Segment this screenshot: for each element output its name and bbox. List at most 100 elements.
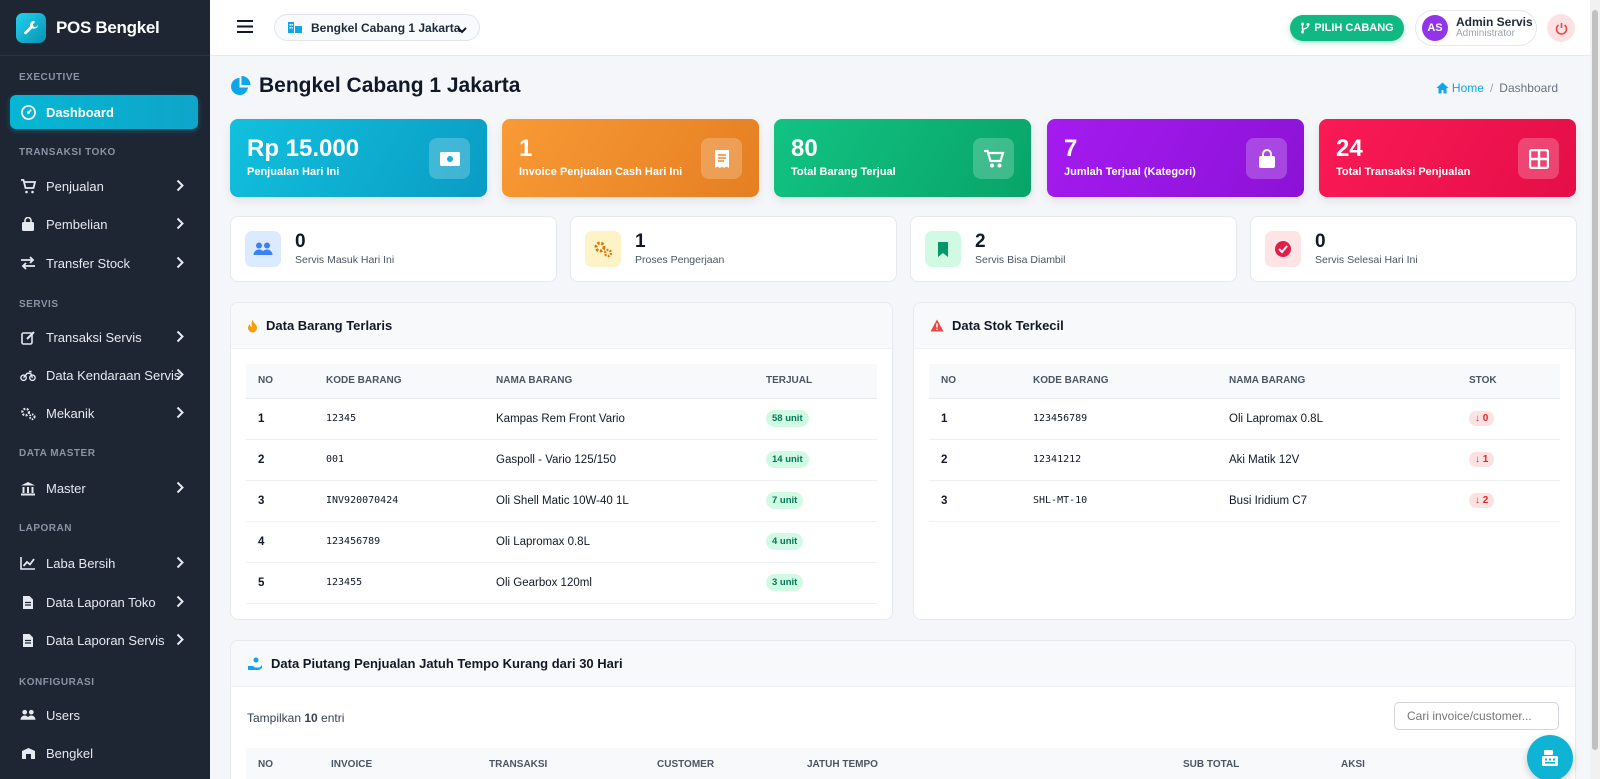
column-header: NO [246,364,314,399]
service-label: Servis Selesai Hari Ini [1315,254,1418,266]
sold-badge: 7 unit [766,492,804,509]
column-header: JATUH TEMPO [795,748,1171,779]
chevron-right-icon [176,217,184,233]
app-name: POS Bengkel [56,17,160,37]
table-row: 5 123455 Oli Gearbox 120ml 3 unit [246,562,877,604]
entries-prefix: Tampilkan [247,711,305,725]
sold-badge: 14 unit [766,451,809,468]
logout-button[interactable] [1547,14,1575,42]
stat-card-barang-terjual: 80 Total Barang Terjual [774,119,1031,197]
sidebar-item-master[interactable]: Master [10,471,198,505]
hamburger-menu-icon[interactable] [236,19,254,39]
panel-header: Data Piutang Penjualan Jatuh Tempo Kuran… [231,641,1575,687]
stock-badge: ↓ 0 [1469,411,1495,426]
sidebar-item-label: Users [46,707,80,723]
sidebar-item-label: Transfer Stock [46,255,131,271]
cell-nama: Busi Iridium C7 [1217,480,1457,522]
panel-title: Data Stok Terkecil [952,318,1064,333]
user-name: Admin Servis [1456,15,1533,29]
stat-card-transaksi: 24 Total Transaksi Penjualan [1319,119,1576,197]
sidebar-item-transfer-stock[interactable]: Transfer Stock [10,246,198,280]
sidebar-item-bengkel[interactable]: Bengkel [10,736,198,770]
branch-fork-icon [1300,22,1310,34]
cell-nama: Gaspoll - Vario 125/150 [484,439,754,481]
section-executive: EXECUTIVE [19,72,81,83]
column-header: TRANSAKSI [477,748,645,779]
sidebar-item-penjualan[interactable]: Penjualan [10,169,198,203]
cell-no: 5 [246,562,314,604]
panel-stok-terkecil: Data Stok Terkecil NO KODE BARANG NAMA B… [913,302,1576,620]
cash-register-button[interactable] [1527,735,1573,779]
arrow-down-icon: ↓ [1475,454,1483,465]
entries-count: 10 [304,711,318,725]
gears-icon [20,405,36,421]
sidebar-item-data-kendaraan-servis[interactable]: Data Kendaraan Servis [10,358,198,392]
user-menu[interactable]: AS Admin Servis Administrator [1415,10,1537,46]
column-header: NO [929,364,1021,399]
stock-value: 1 [1482,454,1489,465]
sidebar-item-data-laporan-toko[interactable]: Data Laporan Toko [10,585,198,619]
panel-title: Data Barang Terlaris [266,318,393,333]
money-icon [429,138,470,179]
service-card-masuk: 0 Servis Masuk Hari Ini [230,216,557,282]
column-header: KODE BARANG [314,364,484,399]
table-row: 1 123456789 Oli Lapromax 0.8L ↓ 0 [929,398,1560,440]
cart-icon [20,178,36,194]
sidebar-item-mekanik[interactable]: Mekanik [10,396,198,430]
users-icon [20,707,36,723]
sidebar-item-transaksi-servis[interactable]: Transaksi Servis [10,320,198,354]
check-circle-icon [1265,231,1301,267]
bookmark-icon [925,231,961,267]
service-card-proses: 1 Proses Pengerjaan [570,216,897,282]
sidebar-item-label: Mekanik [46,405,95,421]
sidebar-item-pembelian[interactable]: Pembelian [10,207,198,241]
dashboard-icon [20,104,36,120]
arrow-down-icon: ↓ [1475,495,1483,506]
entries-selector[interactable]: Tampilkan 10 entri [247,711,344,725]
sidebar-item-label: Master [46,480,86,496]
chevron-right-icon [176,595,184,611]
pilih-cabang-button[interactable]: PILIH CABANG [1290,15,1404,41]
breadcrumb-home[interactable]: Home [1436,81,1484,95]
chevron-right-icon [176,330,184,346]
motorcycle-icon [20,367,36,383]
sidebar-item-label: Transaksi Servis [46,329,142,345]
column-header: NO [246,748,319,779]
cell-no: 2 [929,439,1021,481]
table-row: 4 123456789 Oli Lapromax 0.8L 4 unit [246,521,877,563]
sidebar-item-users[interactable]: Users [10,698,198,732]
receipt-icon [701,138,742,179]
column-header: CUSTOMER [645,748,795,779]
cell-no: 3 [929,480,1021,522]
sidebar-item-laba-bersih[interactable]: Laba Bersih [10,546,198,580]
sidebar-item-label: Dashboard [46,104,114,120]
column-header: INVOICE [319,748,477,779]
file-icon [20,594,36,610]
table-piutang: NO INVOICE TRANSAKSI CUSTOMER JATUH TEMP… [246,748,1562,779]
cell-kode: SHL-MT-10 [1021,480,1217,522]
stat-card-kategori: 7 Jumlah Terjual (Kategori) [1047,119,1304,197]
breadcrumb: Home / Dashboard [1436,81,1558,95]
branch-selector[interactable]: Bengkel Cabang 1 Jakarta [274,14,480,41]
scrollbar[interactable] [1590,0,1600,779]
cell-nama: Oli Lapromax 0.8L [1217,398,1457,440]
sidebar-item-label: Pembelian [46,216,108,232]
fire-icon [247,319,258,333]
cell-kode: 123456789 [314,521,484,563]
search-input[interactable] [1394,702,1559,730]
avatar: AS [1422,15,1448,41]
cell-kode: 12341212 [1021,439,1217,481]
cell-nama: Oli Gearbox 120ml [484,562,754,604]
brand[interactable]: POS Bengkel [0,0,210,56]
table-row: 3 INV920070424 Oli Shell Matic 10W-40 1L 7 … [246,480,877,522]
panel-header: Data Barang Terlaris [231,303,892,349]
chart-line-icon [20,555,36,571]
sidebar-item-dashboard[interactable]: Dashboard [10,95,198,129]
stock-badge: ↓ 2 [1469,493,1495,508]
shopping-bag-icon [1246,138,1287,179]
power-icon [1555,22,1568,35]
cell-kode: 12345 [314,398,484,440]
sidebar-item-data-laporan-servis[interactable]: Data Laporan Servis [10,623,198,657]
sold-badge: 4 unit [766,533,804,550]
scrollbar-thumb[interactable] [1592,10,1598,750]
